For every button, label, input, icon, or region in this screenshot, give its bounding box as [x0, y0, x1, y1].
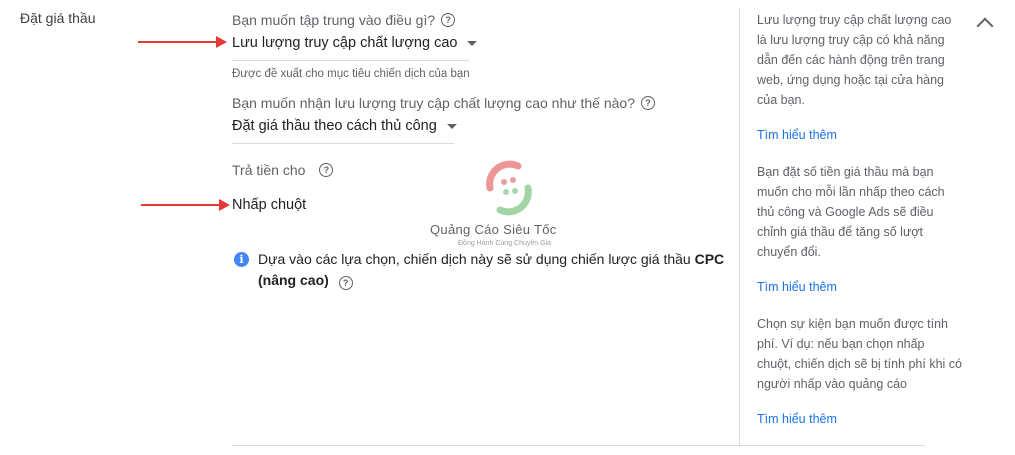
method-question: Bạn muốn nhận lưu lượng truy cập chất lư… — [232, 95, 655, 111]
question-circle-icon[interactable]: ? — [319, 163, 334, 177]
info-strategy-qualifier: (nâng cao) — [258, 272, 329, 288]
learn-more-link[interactable]: Tìm hiểu thêm — [757, 412, 837, 426]
method-dropdown-value: Đặt giá thầu theo cách thủ công — [232, 118, 437, 134]
sidebar-help-focus: Lưu lượng truy cập chất lượng cao là lưu… — [757, 13, 952, 107]
pay-question: Trả tiền cho ? — [232, 162, 334, 178]
focus-hint: Được đề xuất cho mục tiêu chiến dịch của… — [232, 68, 470, 80]
watermark-logo — [478, 158, 540, 218]
method-underline — [232, 143, 454, 144]
focus-dropdown-value: Lưu lượng truy cập chất lượng cao — [232, 35, 458, 51]
sidebar-help-method: Bạn đặt số tiền giá thầu mà bạn muốn cho… — [757, 165, 945, 259]
sidebar-divider — [739, 8, 740, 445]
question-circle-icon[interactable]: ? — [441, 13, 456, 27]
caret-down-icon — [467, 40, 478, 46]
annotation-arrow — [138, 36, 227, 48]
learn-more-link[interactable]: Tìm hiểu thêm — [757, 128, 837, 142]
info-strategy-name: CPC — [694, 251, 725, 267]
section-divider — [232, 445, 925, 446]
section-title: Đặt giá thầu — [20, 10, 96, 26]
pay-value: Nhấp chuột — [232, 197, 307, 213]
focus-dropdown[interactable]: Lưu lượng truy cập chất lượng cao — [232, 35, 478, 51]
info-icon: i — [234, 252, 249, 267]
focus-question: Bạn muốn tập trung vào điều gì? ? — [232, 12, 456, 28]
pay-question-label: Trả tiền cho — [232, 162, 306, 178]
question-circle-icon[interactable]: ? — [338, 276, 353, 290]
focus-question-label: Bạn muốn tập trung vào điều gì? — [232, 12, 436, 28]
method-dropdown[interactable]: Đặt giá thầu theo cách thủ công — [232, 118, 457, 134]
bidding-strategy-info: Dựa vào các lựa chọn, chiến dịch này sẽ … — [258, 249, 728, 291]
sidebar-help-pay: Chọn sự kiện bạn muốn được tính phí. Ví … — [757, 317, 962, 391]
watermark-tagline: Đồng Hành Cùng Chuyên Gia — [458, 240, 552, 247]
method-question-label: Bạn muốn nhận lưu lượng truy cập chất lư… — [232, 95, 635, 111]
question-circle-icon[interactable]: ? — [641, 96, 655, 110]
learn-more-link[interactable]: Tìm hiểu thêm — [757, 280, 837, 294]
caret-down-icon — [446, 123, 457, 129]
chevron-up-icon[interactable] — [976, 17, 994, 35]
focus-underline — [232, 60, 469, 61]
info-text: Dựa vào các lựa chọn, chiến dịch này sẽ … — [258, 251, 695, 267]
annotation-arrow — [141, 199, 230, 211]
watermark-name: Quảng Cáo Siêu Tốc — [430, 222, 557, 237]
